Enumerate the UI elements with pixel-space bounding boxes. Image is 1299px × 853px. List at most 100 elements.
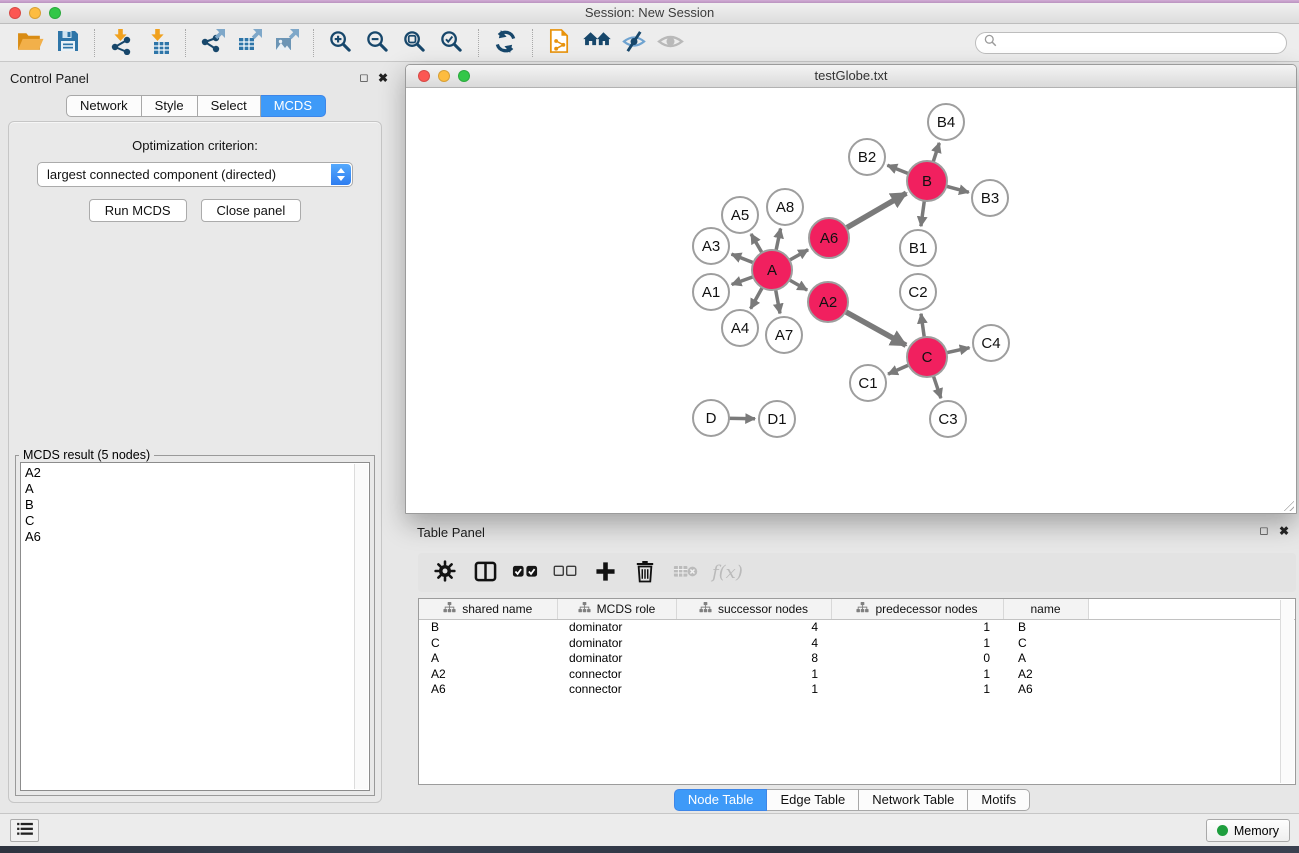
export-table-button[interactable] xyxy=(231,26,268,59)
show-home-panels-button[interactable] xyxy=(578,26,615,59)
network-window-titlebar[interactable]: testGlobe.txt xyxy=(406,65,1296,88)
table-row[interactable]: Adominator80A xyxy=(419,651,1295,667)
show-graphics-details-button[interactable] xyxy=(652,26,689,59)
tab-select[interactable]: Select xyxy=(198,95,261,117)
delete-columns-button[interactable] xyxy=(630,556,660,589)
column-header-MCDS-role[interactable]: MCDS role xyxy=(557,599,676,620)
table-scrollbar[interactable] xyxy=(1280,600,1294,783)
mcds-result-item[interactable]: C xyxy=(21,513,369,529)
mcds-result-item[interactable]: A xyxy=(21,481,369,497)
graph-node-A1[interactable]: A1 xyxy=(693,274,729,310)
table-row[interactable]: A2connector11A2 xyxy=(419,667,1295,683)
mcds-result-item[interactable]: B xyxy=(21,497,369,513)
graph-node-B3[interactable]: B3 xyxy=(972,180,1008,216)
export-network-button[interactable] xyxy=(194,26,231,59)
table-cell: dominator xyxy=(557,620,676,636)
tab-style[interactable]: Style xyxy=(142,95,198,117)
graph-node-A7[interactable]: A7 xyxy=(766,317,802,353)
table-cell: C xyxy=(1003,636,1088,652)
tab-mcds[interactable]: MCDS xyxy=(261,95,326,117)
graph-node-A5[interactable]: A5 xyxy=(722,197,758,233)
node-attribute-table: shared name MCDS rolesuccessor nodesprede… xyxy=(419,599,1295,698)
new-network-button[interactable] xyxy=(541,26,578,59)
zoom-in-button[interactable] xyxy=(322,26,359,59)
graph-node-B2[interactable]: B2 xyxy=(849,139,885,175)
close-table-panel-button[interactable]: ✖ xyxy=(1276,523,1292,539)
graph-node-C1[interactable]: C1 xyxy=(850,365,886,401)
column-header-label: shared name xyxy=(462,602,532,616)
open-session-button[interactable] xyxy=(12,26,49,59)
graph-node-C[interactable]: C xyxy=(907,337,947,377)
table-cell: C xyxy=(419,636,557,652)
task-history-button[interactable] xyxy=(10,819,39,842)
close-network-window-button[interactable] xyxy=(418,70,430,82)
table-row[interactable]: A6connector11A6 xyxy=(419,682,1295,698)
apply-function-button[interactable]: f(x) xyxy=(710,556,745,589)
column-header-shared-name[interactable]: shared name xyxy=(419,599,557,620)
table-cell: B xyxy=(1003,620,1088,636)
create-column-button[interactable] xyxy=(590,556,620,589)
graph-node-B1[interactable]: B1 xyxy=(900,230,936,266)
graph-node-A8[interactable]: A8 xyxy=(767,189,803,225)
table-settings-button[interactable] xyxy=(430,556,460,589)
graph-node-A3[interactable]: A3 xyxy=(693,228,729,264)
graph-node-B4[interactable]: B4 xyxy=(928,104,964,140)
save-session-button[interactable] xyxy=(49,26,86,59)
graph-node-A6[interactable]: A6 xyxy=(809,218,849,258)
memory-button[interactable]: Memory xyxy=(1206,819,1290,842)
float-table-panel-button[interactable]: ◻ xyxy=(1256,523,1272,539)
table-row[interactable]: Bdominator41B xyxy=(419,620,1295,636)
graph-node-A4[interactable]: A4 xyxy=(722,310,758,346)
column-header-successor-nodes[interactable]: successor nodes xyxy=(676,599,831,620)
graph-node-D1[interactable]: D1 xyxy=(759,401,795,437)
tab-node-table[interactable]: Node Table xyxy=(674,789,768,811)
minimize-window-button[interactable] xyxy=(29,7,41,19)
graph-node-A[interactable]: A xyxy=(752,250,792,290)
column-header-predecessor-nodes[interactable]: predecessor nodes xyxy=(831,599,1003,620)
close-panel-button-mcds[interactable]: Close panel xyxy=(201,199,302,222)
list-scrollbar[interactable] xyxy=(354,464,368,789)
zoom-selected-button[interactable] xyxy=(433,26,470,59)
zoom-window-button[interactable] xyxy=(49,7,61,19)
network-canvas[interactable]: B4 B2 B B3 A8A5 A6 A3 B1 A C2 A1 A2 A4A7 C4 C C1 C3 D D1 xyxy=(406,88,1296,513)
search-box[interactable] xyxy=(975,32,1287,54)
import-table-button[interactable] xyxy=(140,26,177,59)
float-panel-button[interactable]: ◻ xyxy=(356,70,372,86)
tab-motifs[interactable]: Motifs xyxy=(968,789,1030,811)
select-all-columns-button[interactable] xyxy=(510,556,540,589)
application-window: Session: New Session Control Panel ◻ ✖ N… xyxy=(0,0,1299,853)
column-header-name[interactable]: name xyxy=(1003,599,1088,620)
minimize-network-window-button[interactable] xyxy=(438,70,450,82)
zoom-fit-button[interactable] xyxy=(396,26,433,59)
export-image-button[interactable] xyxy=(268,26,305,59)
zoom-out-button[interactable] xyxy=(359,26,396,59)
refresh-layout-button[interactable] xyxy=(487,26,524,59)
criterion-dropdown[interactable]: largest connected component (directed) xyxy=(37,162,353,187)
tab-edge-table[interactable]: Edge Table xyxy=(767,789,859,811)
fx-icon: f(x) xyxy=(712,562,743,583)
search-input[interactable] xyxy=(1002,35,1278,51)
split-view-button[interactable] xyxy=(470,556,500,589)
tab-network[interactable]: Network xyxy=(66,95,142,117)
zoom-network-window-button[interactable] xyxy=(458,70,470,82)
unselect-all-columns-button[interactable] xyxy=(550,556,580,589)
graph-node-C4[interactable]: C4 xyxy=(973,325,1009,361)
import-network-button[interactable] xyxy=(103,26,140,59)
graph-node-C2[interactable]: C2 xyxy=(900,274,936,310)
table-row[interactable]: Cdominator41C xyxy=(419,636,1295,652)
import-table-icon xyxy=(146,28,172,58)
run-mcds-button[interactable]: Run MCDS xyxy=(89,199,187,222)
mcds-result-item[interactable]: A2 xyxy=(21,465,369,481)
graph-node-A2[interactable]: A2 xyxy=(808,282,848,322)
graph-node-D[interactable]: D xyxy=(693,400,729,436)
tab-network-table[interactable]: Network Table xyxy=(859,789,968,811)
close-panel-button[interactable]: ✖ xyxy=(375,70,391,86)
graph-node-B[interactable]: B xyxy=(907,161,947,201)
delete-table-button[interactable] xyxy=(670,556,700,589)
close-window-button[interactable] xyxy=(9,7,21,19)
mcds-result-list[interactable]: A2ABCA6 xyxy=(20,462,370,791)
network-window-title: testGlobe.txt xyxy=(406,65,1296,87)
graph-node-C3[interactable]: C3 xyxy=(930,401,966,437)
hide-flagged-button[interactable] xyxy=(615,26,652,59)
mcds-result-item[interactable]: A6 xyxy=(21,529,369,545)
